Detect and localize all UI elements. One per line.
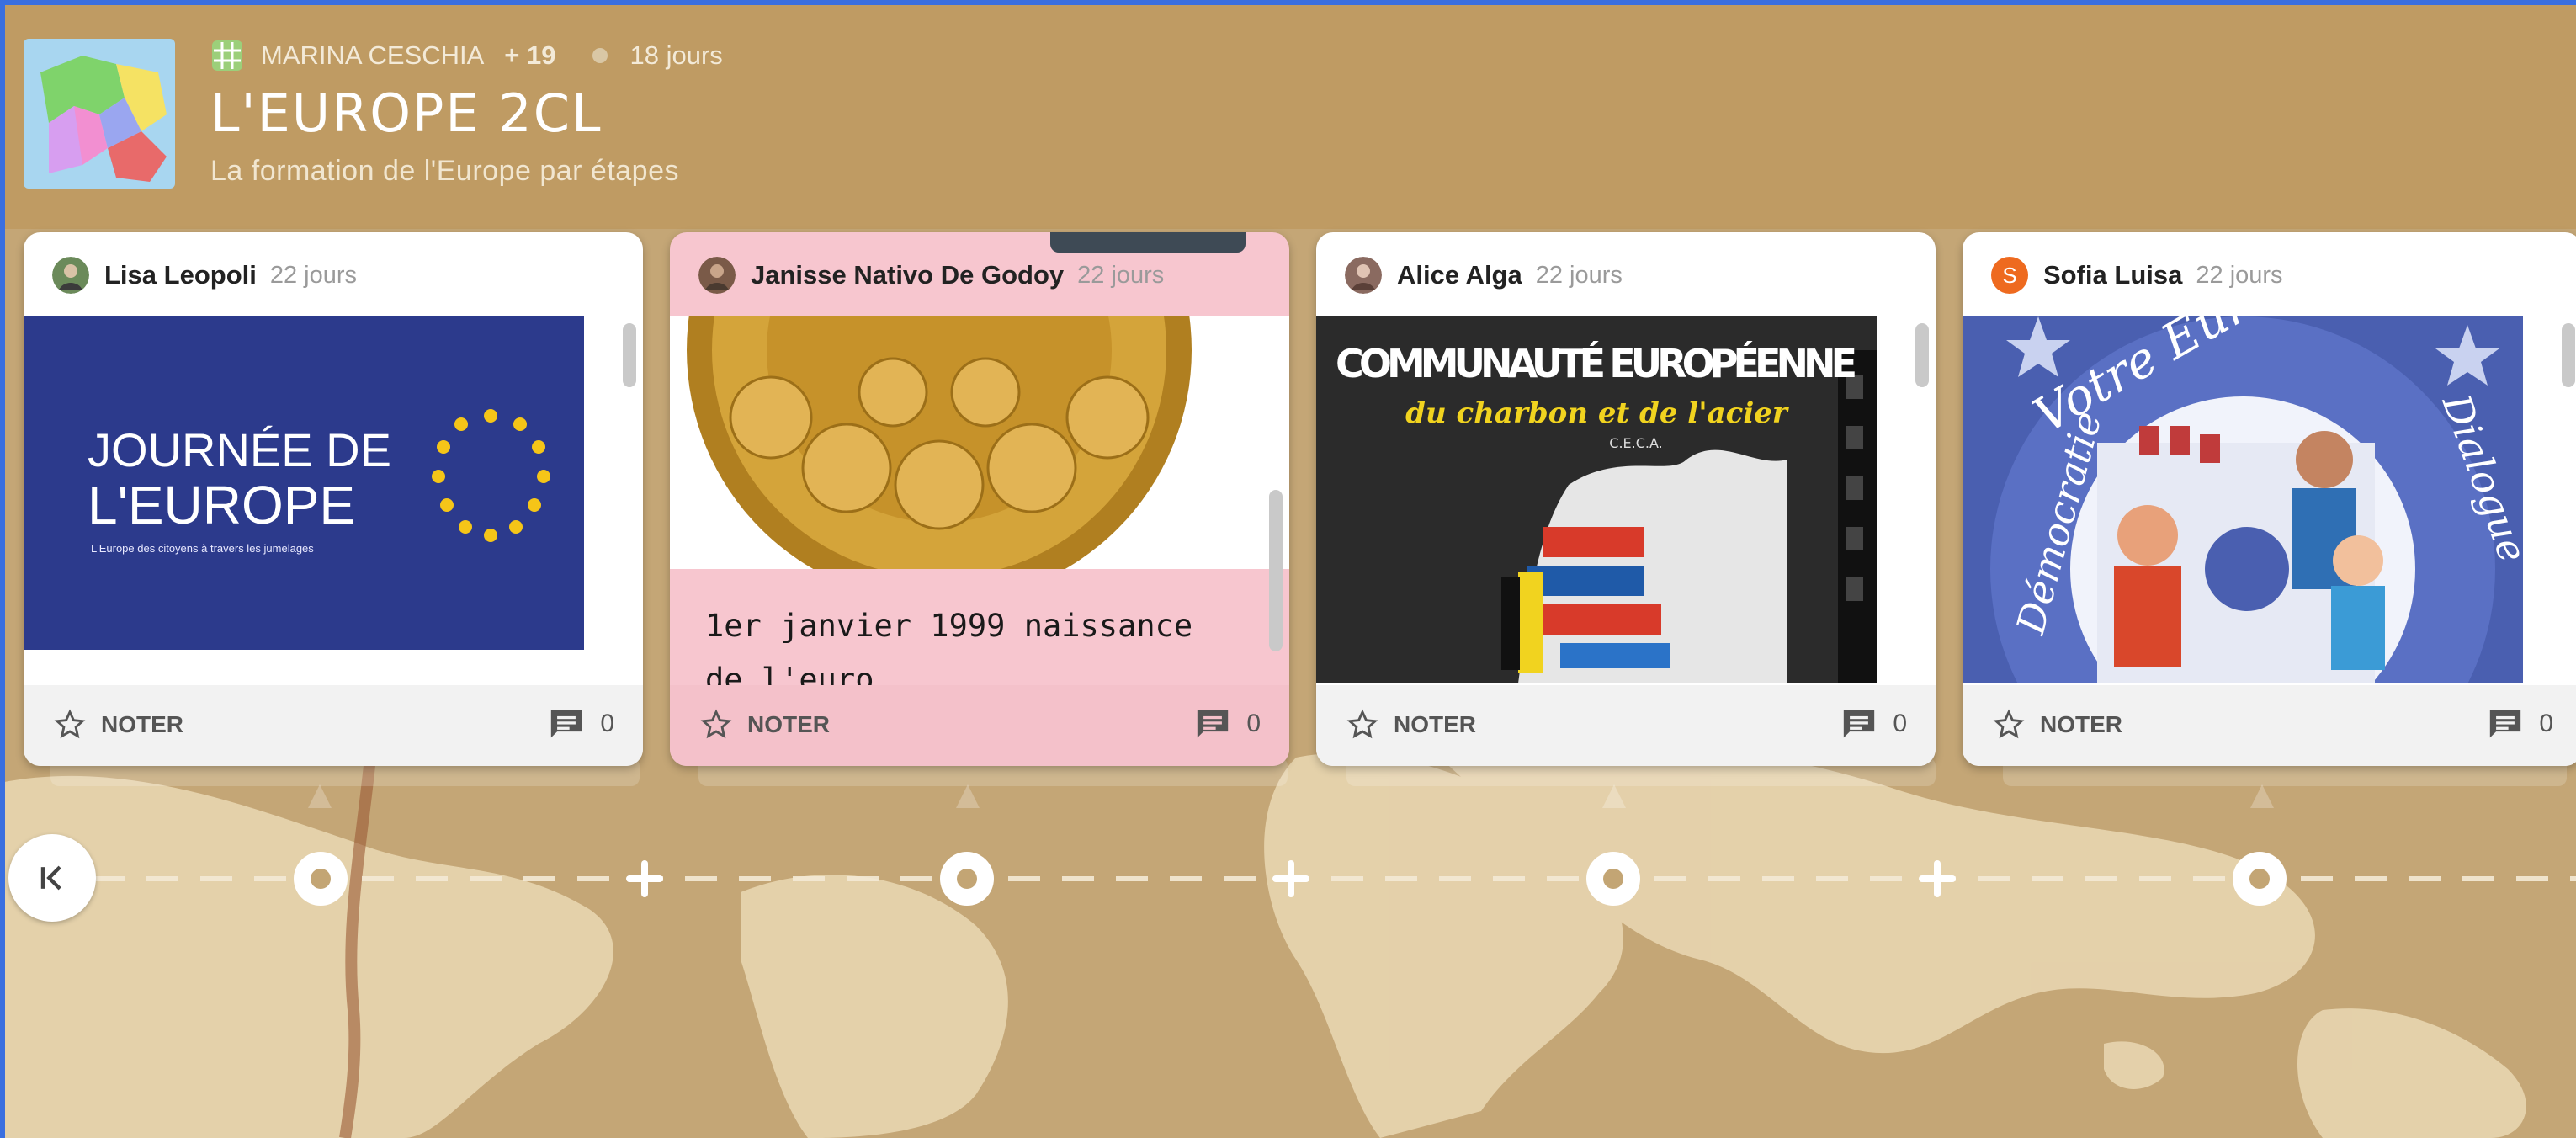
star-icon <box>54 709 86 739</box>
separator-dot <box>592 48 608 63</box>
timeline <box>93 852 2576 906</box>
post-footer: NOTER 0 <box>670 685 1289 766</box>
note-label: NOTER <box>2040 711 2122 737</box>
scrollbar[interactable] <box>623 323 636 387</box>
first-page-button[interactable] <box>8 834 96 922</box>
comment-count: 0 <box>1246 710 1261 737</box>
board-age: 18 jours <box>629 40 723 70</box>
board-subtitle: La formation de l'Europe par étapes <box>210 155 680 187</box>
star-icon <box>700 709 732 739</box>
author-name: Janisse Nativo De Godoy <box>751 260 1065 290</box>
comment-icon <box>1198 710 1229 738</box>
comment-count: 0 <box>1893 710 1907 737</box>
image-text-line2: du charbon et de l'acier <box>1405 396 1789 430</box>
timeline-marker[interactable] <box>2233 852 2287 906</box>
plus-icon[interactable] <box>626 860 663 897</box>
avatar <box>52 257 89 294</box>
comment-icon <box>551 710 582 738</box>
author-name: Sofia Luisa <box>2043 260 2183 290</box>
post-image[interactable]: JOURNÉE DE L'EUROPE L'Europe des citoyen… <box>24 316 643 683</box>
collaborator-count[interactable]: + 19 <box>504 40 555 71</box>
note-button[interactable]: NOTER <box>1346 709 1476 741</box>
comments-button[interactable]: 0 <box>2487 707 2553 741</box>
plus-icon[interactable] <box>1919 860 1956 897</box>
note-label: NOTER <box>1394 711 1476 737</box>
comment-count: 0 <box>600 710 614 737</box>
post-image[interactable]: COMMUNAUTÉ EUROPÉENNE du charbon et de l… <box>1316 316 1936 683</box>
post-card[interactable]: S Sofia Luisa 22 jours Démocratie Dialog… <box>1963 232 2576 766</box>
board-header: MARINA CESCHIA + 19 18 jours L'EUROPE 2C… <box>0 0 2576 229</box>
post-time: 22 jours <box>269 261 358 289</box>
post-body: 1er janvier 1999 naissance de l'euro <box>670 569 1289 698</box>
board-meta: MARINA CESCHIA + 19 18 jours <box>210 37 723 74</box>
image-text-line2: L'EUROPE <box>88 475 355 535</box>
comment-count: 0 <box>2539 710 2553 737</box>
note-label: NOTER <box>101 711 183 737</box>
grid-icon <box>212 40 242 71</box>
timeline-marker[interactable] <box>1586 852 1640 906</box>
note-button[interactable]: NOTER <box>1993 709 2122 741</box>
comments-button[interactable]: 0 <box>1840 707 1907 741</box>
comments-button[interactable]: 0 <box>1194 707 1261 741</box>
scrollbar[interactable] <box>1269 490 1283 651</box>
timeline-marker[interactable] <box>940 852 994 906</box>
timeline-marker[interactable] <box>294 852 348 906</box>
post-author: Alice Alga 22 jours <box>1345 254 1623 296</box>
post-card[interactable]: Janisse Nativo De Godoy 22 jours EURO PA… <box>670 232 1289 766</box>
post-time: 22 jours <box>1535 261 1623 289</box>
note-button[interactable]: NOTER <box>54 709 183 741</box>
scrollbar[interactable] <box>2562 323 2575 387</box>
post-author: S Sofia Luisa 22 jours <box>1991 254 2283 296</box>
comments-button[interactable]: 0 <box>548 707 614 741</box>
star-icon <box>1346 709 1378 739</box>
plus-icon[interactable] <box>1272 860 1309 897</box>
star-icon <box>1993 709 2025 739</box>
post-image[interactable]: Démocratie Dialogue Votre Europe: <box>1963 316 2576 683</box>
post-time: 22 jours <box>1077 261 1165 289</box>
post-time: 22 jours <box>2196 261 2283 289</box>
avatar: S <box>1991 257 2028 294</box>
avatar <box>1345 257 1382 294</box>
tooltip-tab <box>1050 232 1246 253</box>
image-caption: L'Europe des citoyens à travers les jume… <box>91 542 314 555</box>
image-text-line1: JOURNÉE DE <box>88 423 391 476</box>
post-footer: NOTER 0 <box>24 685 643 766</box>
board-title: L'EUROPE 2CL <box>210 82 603 144</box>
coin-text: EURO PARI <box>880 316 1083 323</box>
image-text-line3: C.E.C.A. <box>1609 435 1662 451</box>
post-text-line1: 1er janvier 1999 naissance <box>705 608 1193 644</box>
post-card[interactable]: Lisa Leopoli 22 jours JOURNÉE DE L'EUROP… <box>24 232 643 766</box>
comment-icon <box>2490 710 2521 738</box>
note-button[interactable]: NOTER <box>700 709 830 741</box>
author-name: Lisa Leopoli <box>104 260 257 290</box>
post-author: Lisa Leopoli 22 jours <box>52 254 357 296</box>
author-name: Alice Alga <box>1397 260 1522 290</box>
avatar <box>698 257 736 294</box>
post-author: Janisse Nativo De Godoy 22 jours <box>698 254 1164 296</box>
owner-name[interactable]: MARINA CESCHIA <box>261 40 484 71</box>
note-label: NOTER <box>747 711 830 737</box>
comment-icon <box>1844 710 1875 738</box>
image-text-line1: COMMUNAUTÉ EUROPÉENNE <box>1336 341 1857 386</box>
scrollbar[interactable] <box>1915 323 1929 387</box>
post-card[interactable]: Alice Alga 22 jours COMMUNAUTÉ EUROPÉENN… <box>1316 232 1936 766</box>
board-thumbnail[interactable] <box>24 39 175 189</box>
post-footer: NOTER 0 <box>1963 685 2576 766</box>
post-image[interactable]: EURO PARI <box>670 316 1289 569</box>
post-footer: NOTER 0 <box>1316 685 1936 766</box>
first-page-icon <box>40 865 61 891</box>
